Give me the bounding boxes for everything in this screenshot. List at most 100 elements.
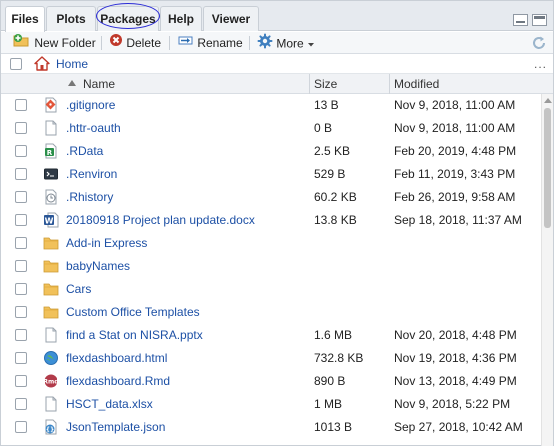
files-toolbar: New Folder Delete Rename More [1,32,553,54]
scroll-up-arrow-icon[interactable] [544,98,552,103]
file-checkbox[interactable] [15,191,27,203]
file-name-link[interactable]: find a Stat on NISRA.pptx [66,328,203,342]
file-checkbox[interactable] [15,168,27,180]
file-checkbox[interactable] [15,99,27,111]
file-name-link[interactable]: .Rhistory [66,190,113,204]
file-modified: Nov 9, 2018, 11:00 AM [394,98,516,112]
rename-button[interactable]: Rename [178,34,243,52]
file-checkbox[interactable] [15,329,27,341]
file-row[interactable]: .Renviron 529 B Feb 11, 2019, 3:43 PM [1,163,541,186]
file-name-link[interactable]: Custom Office Templates [66,305,200,319]
file-modified: Nov 9, 2018, 5:22 PM [394,397,511,411]
new-folder-icon [13,33,31,52]
file-row[interactable]: Custom Office Templates [1,301,541,324]
file-checkbox[interactable] [15,398,27,410]
file-name-link[interactable]: .RData [66,144,103,158]
file-size: 1 MB [314,397,343,411]
home-icon[interactable] [34,56,50,71]
delete-button[interactable]: Delete [109,34,161,52]
column-divider[interactable] [309,74,310,94]
tab-packages[interactable]: Packages [97,6,159,31]
file-checkbox[interactable] [15,214,27,226]
file-modified: Feb 11, 2019, 3:43 PM [394,167,516,181]
file-modified: Nov 9, 2018, 11:00 AM [394,121,516,135]
file-name-link[interactable]: .httr-oauth [66,121,121,135]
file-checkbox[interactable] [15,352,27,364]
file-size: 1.6 MB [314,328,353,342]
file-checkbox[interactable] [15,237,27,249]
file-checkbox[interactable] [15,421,27,433]
column-header-modified[interactable]: Modified [394,77,439,91]
file-modified: Nov 19, 2018, 4:36 PM [394,351,517,365]
file-name-link[interactable]: .Renviron [66,167,117,181]
tab-plots[interactable]: Plots [46,6,96,31]
column-divider[interactable] [389,74,390,94]
tab-bar: Files Plots Packages Help Viewer [1,1,553,32]
file-checkbox[interactable] [15,145,27,157]
file-row[interactable]: find a Stat on NISRA.pptx 1.6 MB Nov 20, 2… [1,324,541,347]
column-header-name[interactable]: Name [83,77,115,91]
blank-file-icon [43,396,59,412]
file-name-link[interactable]: Add-in Express [66,236,147,250]
file-size: 60.2 KB [314,190,357,204]
tab-viewer[interactable]: Viewer [203,6,259,31]
breadcrumb-more-button[interactable]: ... [534,57,547,71]
file-checkbox[interactable] [15,306,27,318]
file-size: 890 B [314,374,346,388]
file-row[interactable]: Rmd flexdashboard.Rmd 890 B Nov 13, 2018, 4… [1,370,541,393]
file-row[interactable]: .gitignore 13 B Nov 9, 2018, 11:00 AM [1,94,541,117]
rename-label: Rename [197,36,243,50]
file-name-link[interactable]: .gitignore [66,98,115,112]
file-name-link[interactable]: Cars [66,282,91,296]
breadcrumb: Home ... [1,54,553,74]
file-name-link[interactable]: JsonTemplate.json [66,420,165,434]
file-name-link[interactable]: HSCT_data.xlsx [66,397,153,411]
scrollbar-thumb[interactable] [544,108,551,228]
html-file-icon [43,350,59,366]
file-row[interactable]: HSCT_data.xlsx 1 MB Nov 9, 2018, 5:22 PM [1,393,541,416]
svg-text:{}: {} [46,426,55,433]
gear-icon [257,33,273,54]
more-menu-button[interactable]: More [257,33,315,54]
git-file-icon [43,97,59,113]
select-all-checkbox[interactable] [10,58,22,70]
file-name-link[interactable]: babyNames [66,259,130,273]
svg-text:R: R [47,149,53,157]
refresh-icon[interactable] [531,35,547,51]
vertical-scrollbar[interactable] [541,94,553,446]
renviron-file-icon [43,166,59,182]
word-file-icon: W [43,212,59,228]
folder-icon [43,304,59,320]
file-row[interactable]: Add-in Express [1,232,541,255]
file-row[interactable]: W 20180918 Project plan update.docx 13.8 K… [1,209,541,232]
file-name-link[interactable]: flexdashboard.Rmd [66,374,170,388]
breadcrumb-home-link[interactable]: Home [56,57,88,71]
file-checkbox[interactable] [15,283,27,295]
file-row[interactable]: babyNames [1,255,541,278]
file-row[interactable]: flexdashboard.html 732.8 KB Nov 19, 2018, … [1,347,541,370]
rename-icon [178,33,194,52]
file-checkbox[interactable] [15,260,27,272]
tab-files[interactable]: Files [5,6,45,32]
blank-file-icon [43,120,59,136]
new-folder-button[interactable]: New Folder [13,34,96,52]
file-modified: Nov 13, 2018, 4:49 PM [394,374,517,388]
maximize-pane-button[interactable] [532,14,547,26]
file-size: 529 B [314,167,346,181]
file-row[interactable]: .httr-oauth 0 B Nov 9, 2018, 11:00 AM [1,117,541,140]
new-folder-label: New Folder [34,36,96,50]
minimize-pane-button[interactable] [513,14,528,26]
file-name-link[interactable]: flexdashboard.html [66,351,167,365]
file-row[interactable]: .Rhistory 60.2 KB Feb 26, 2019, 9:58 AM [1,186,541,209]
file-list: .gitignore 13 B Nov 9, 2018, 11:00 AM .httr… [1,94,541,446]
tab-help[interactable]: Help [160,6,202,31]
file-row[interactable]: Cars [1,278,541,301]
toolbar-divider [169,36,170,50]
file-name-link[interactable]: 20180918 Project plan update.docx [66,213,255,227]
column-header-size[interactable]: Size [314,77,337,91]
file-row[interactable]: {} JsonTemplate.json 1013 B Sep 27, 2018, 1… [1,416,541,439]
file-checkbox[interactable] [15,122,27,134]
file-row[interactable]: R .RData 2.5 KB Feb 20, 2019, 4:48 PM [1,140,541,163]
file-checkbox[interactable] [15,375,27,387]
files-pane: Files Plots Packages Help Viewer New Fol… [0,0,554,446]
